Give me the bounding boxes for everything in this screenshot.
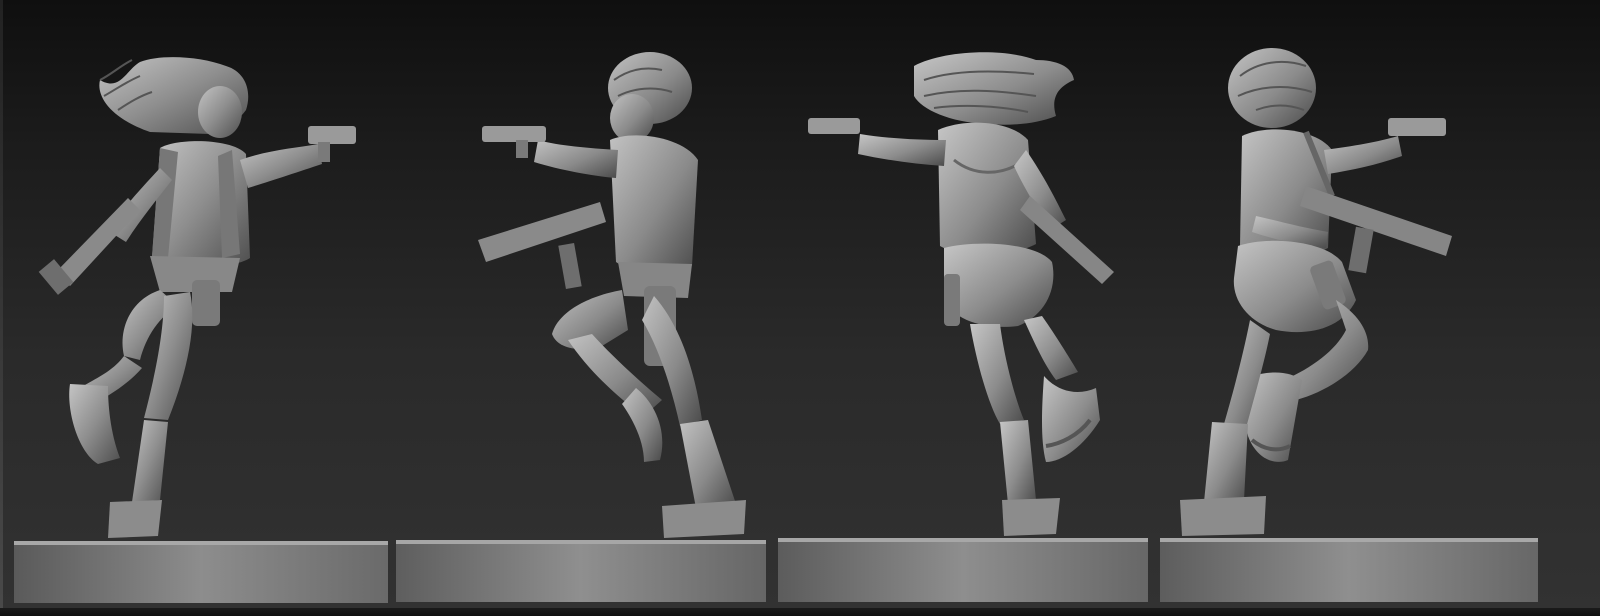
- boot-standing: [1000, 420, 1036, 504]
- base-disc: [1160, 538, 1538, 602]
- figure-view-back[interactable]: [774, 0, 1156, 616]
- boot-standing: [132, 420, 168, 502]
- torso-sculpt: [938, 122, 1036, 255]
- figure-view-back-three-quarter[interactable]: [1156, 0, 1544, 616]
- figure-back-three-quarter-svg: [1160, 48, 1538, 602]
- pistol: [308, 126, 356, 144]
- boot-standing: [1204, 422, 1248, 502]
- head-sculpt: [198, 86, 242, 138]
- figure-front-svg: [14, 57, 388, 603]
- holster: [192, 280, 220, 326]
- sculpt-viewport[interactable]: [0, 0, 1600, 616]
- head-sculpt: [610, 94, 654, 142]
- pistol: [808, 118, 860, 134]
- arm-right: [240, 144, 322, 188]
- figure-view-side[interactable]: [392, 0, 774, 616]
- smg-weapon: [478, 202, 606, 262]
- holster: [944, 274, 960, 326]
- boot-raised: [69, 384, 120, 464]
- pistol: [482, 126, 546, 142]
- viewport-floor: [0, 608, 1600, 616]
- boot-raised: [1042, 376, 1100, 462]
- figure-side-svg: [396, 52, 766, 602]
- torso-sculpt: [610, 135, 698, 271]
- pistol: [1388, 118, 1446, 136]
- figure-back-svg: [778, 52, 1148, 602]
- base-disc: [14, 541, 388, 603]
- boot-standing: [680, 420, 736, 508]
- base-disc: [396, 540, 766, 602]
- base-disc: [778, 538, 1148, 602]
- arm-right: [858, 134, 946, 166]
- arm-right: [1324, 136, 1402, 174]
- figure-view-front[interactable]: [0, 0, 392, 616]
- arm-right: [534, 140, 618, 178]
- hair-sculpt: [914, 52, 1074, 125]
- smg-weapon: [56, 198, 140, 286]
